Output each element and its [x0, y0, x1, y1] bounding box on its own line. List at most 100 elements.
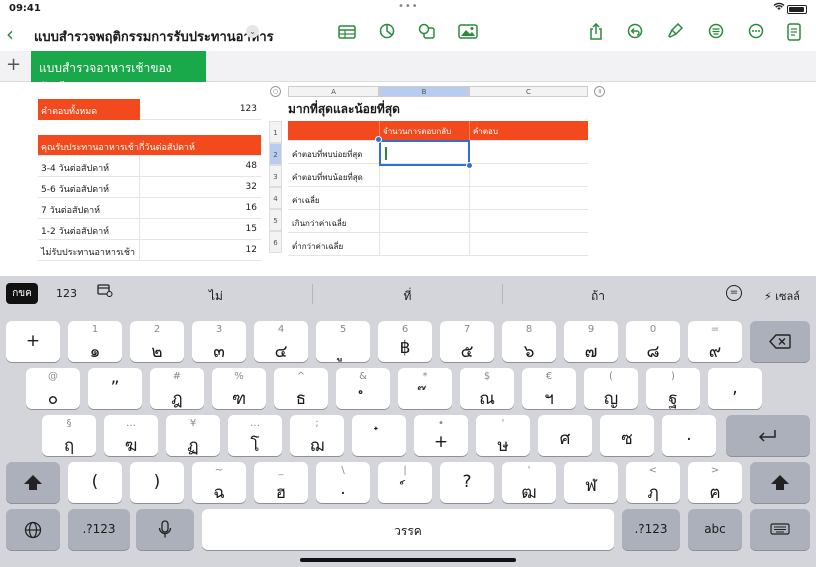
key[interactable]: \.: [316, 462, 370, 503]
key[interactable]: 3๓: [192, 321, 246, 362]
key[interactable]: 9๗: [564, 321, 618, 362]
key[interactable]: • +: [414, 415, 468, 456]
row-header[interactable]: 5: [269, 209, 282, 231]
key[interactable]: _ ฮ: [254, 462, 308, 503]
key[interactable]: ,: [708, 368, 762, 409]
table-header[interactable]: จำนวนการตอบกลับ คำตอบ: [288, 121, 588, 141]
suggestion-2[interactable]: ที่: [313, 287, 502, 306]
column-resize-handle[interactable]: ॥: [594, 86, 605, 97]
table-row[interactable]: คำตอบทั้งหมด 123: [38, 99, 261, 120]
key[interactable]: ซ: [600, 415, 654, 456]
more-icon[interactable]: [745, 23, 767, 45]
key[interactable]: ศ: [538, 415, 592, 456]
table-row[interactable]: ไม่รับประทานอาหารเช้า 12: [38, 240, 261, 261]
formula-button[interactable]: =: [726, 285, 742, 301]
document-icon[interactable]: [783, 23, 805, 45]
key[interactable]: *๊: [398, 368, 452, 409]
chevron-down-icon[interactable]: ⌄: [246, 25, 259, 38]
selected-cell[interactable]: [379, 140, 470, 166]
key[interactable]: ' ฒ: [502, 462, 556, 503]
key[interactable]: &ํ: [336, 368, 390, 409]
key[interactable]: § ฤ: [42, 415, 96, 456]
key[interactable]: $ ณ: [460, 368, 514, 409]
selection-handle-bottom[interactable]: [466, 162, 473, 169]
thai-keyboard-toggle[interactable]: กขค: [6, 283, 38, 304]
numbers-key-right[interactable]: .?123: [622, 509, 680, 550]
numbers-key-left[interactable]: .?123: [68, 509, 130, 550]
table-row[interactable]: 7 วันต่อสัปดาห์ 16: [38, 198, 261, 219]
table-row[interactable]: ต่ำกว่าค่าเฉลี่ย: [288, 233, 588, 256]
key[interactable]: # ฎ: [150, 368, 204, 409]
table-icon[interactable]: [336, 23, 358, 45]
microphone-key[interactable]: [136, 509, 194, 550]
return-key[interactable]: [726, 415, 810, 456]
key[interactable]: … ฆ: [104, 415, 158, 456]
key[interactable]: € ฯ: [522, 368, 576, 409]
key[interactable]: .: [662, 415, 716, 456]
key-plus[interactable]: +: [6, 321, 60, 362]
table-row[interactable]: 3-4 วันต่อสัปดาห์ 48: [38, 156, 261, 177]
shapes-icon[interactable]: [416, 23, 438, 45]
key[interactable]: 2๒: [130, 321, 184, 362]
key[interactable]: ฬ: [564, 462, 618, 503]
table-header[interactable]: คุณรับประทานอาหารเช้ากี่วันต่อสัปดาห์: [38, 135, 261, 156]
key[interactable]: > ฅ: [688, 462, 742, 503]
format-icon[interactable]: [705, 23, 727, 45]
key[interactable]: 0๘: [626, 321, 680, 362]
row-header[interactable]: 4: [269, 187, 282, 209]
abc-key[interactable]: abc: [688, 509, 742, 550]
document-title[interactable]: แบบสำรวจพฤติกรรมการรับประทานอาหาร: [34, 26, 274, 47]
delete-key[interactable]: [750, 321, 810, 362]
key[interactable]: 7๕: [440, 321, 494, 362]
table-row[interactable]: 5-6 วันต่อสัปดาห์ 32: [38, 177, 261, 198]
key[interactable]: 4๔: [254, 321, 308, 362]
dismiss-keyboard-key[interactable]: [750, 509, 810, 550]
table-row[interactable]: เกินกว่าค่าเฉลี่ย: [288, 210, 588, 233]
row-header[interactable]: 1: [269, 121, 282, 143]
key[interactable]: ; ฌ: [290, 415, 344, 456]
suggestion-1[interactable]: ไม่: [120, 287, 312, 306]
key[interactable]: ¥ ฏ: [166, 415, 220, 456]
key[interactable]: (ญ: [584, 368, 638, 409]
media-icon[interactable]: [457, 23, 479, 45]
column-header-b[interactable]: B: [379, 86, 469, 97]
numeric-keyboard-toggle[interactable]: 123: [56, 287, 77, 300]
key[interactable]: 8๖: [502, 321, 556, 362]
table-row[interactable]: ค่าเฉลี่ย: [288, 187, 588, 210]
key[interactable]: |์: [378, 462, 432, 503]
table-title[interactable]: มากที่สุดและน้อยที่สุด: [288, 100, 400, 119]
key[interactable]: 1๑: [68, 321, 122, 362]
key[interactable]: 6 ฿: [378, 321, 432, 362]
key[interactable]: ): [130, 462, 184, 503]
key[interactable]: ~ ฉ: [192, 462, 246, 503]
share-icon[interactable]: [585, 22, 607, 45]
key[interactable]: ) ฐ: [646, 368, 700, 409]
key[interactable]: = ๙: [688, 321, 742, 362]
row-header[interactable]: 3: [269, 165, 282, 187]
sheet-tab-active[interactable]: แบบสำรวจอาหารเช้าของนักเรียน: [31, 51, 206, 94]
key[interactable]: … โ: [228, 415, 282, 456]
table-select-handle[interactable]: ○: [270, 86, 281, 97]
key[interactable]: ”: [88, 368, 142, 409]
selection-handle-top[interactable]: [375, 136, 382, 143]
chart-icon[interactable]: [376, 23, 398, 45]
space-key[interactable]: วรรค: [202, 509, 614, 550]
key[interactable]: (: [68, 462, 122, 503]
add-sheet-button[interactable]: +: [6, 54, 21, 75]
key[interactable]: ' ษ: [476, 415, 530, 456]
row-header[interactable]: 6: [269, 231, 282, 253]
key[interactable]: % ฑ: [212, 368, 266, 409]
key[interactable]: < ฦ: [626, 462, 680, 503]
column-header-c[interactable]: C: [469, 86, 588, 97]
format-brush-icon[interactable]: [664, 22, 686, 45]
undo-icon[interactable]: [624, 23, 646, 45]
key[interactable]: 5ู: [316, 321, 370, 362]
key[interactable]: ๋: [352, 415, 406, 456]
date-keyboard-icon[interactable]: [97, 284, 113, 301]
suggestion-3[interactable]: ถ้า: [503, 287, 693, 306]
table-row[interactable]: 1-2 วันต่อสัปดาห์ 15: [38, 219, 261, 240]
shift-key-left[interactable]: [6, 462, 60, 503]
row-header[interactable]: 2: [269, 143, 282, 165]
key[interactable]: ^ ธ: [274, 368, 328, 409]
key[interactable]: @๐: [26, 368, 80, 409]
